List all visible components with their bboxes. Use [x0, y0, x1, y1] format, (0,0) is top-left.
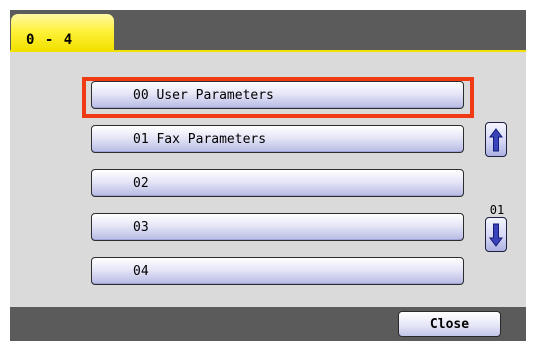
menu-item-04[interactable]: 04 — [91, 257, 464, 285]
content-panel: 00 User Parameters 01 Fax Parameters 02 … — [10, 50, 526, 307]
arrow-up-icon — [489, 127, 503, 151]
arrow-down-icon — [489, 223, 503, 247]
scroll-up-button[interactable] — [485, 122, 507, 157]
scroll-down-button[interactable] — [485, 217, 507, 252]
menu-item-03[interactable]: 03 — [91, 213, 464, 241]
tab-0-4[interactable]: 0 - 4 — [11, 14, 114, 50]
menu-item-fax-parameters[interactable]: 01 Fax Parameters — [91, 125, 464, 153]
menu-item-02[interactable]: 02 — [91, 169, 464, 197]
close-button[interactable]: Close — [398, 311, 501, 337]
menu-item-user-parameters[interactable]: 00 User Parameters — [91, 81, 464, 109]
device-screen: 0 - 4 00 User Parameters 01 Fax Paramete… — [10, 10, 526, 341]
